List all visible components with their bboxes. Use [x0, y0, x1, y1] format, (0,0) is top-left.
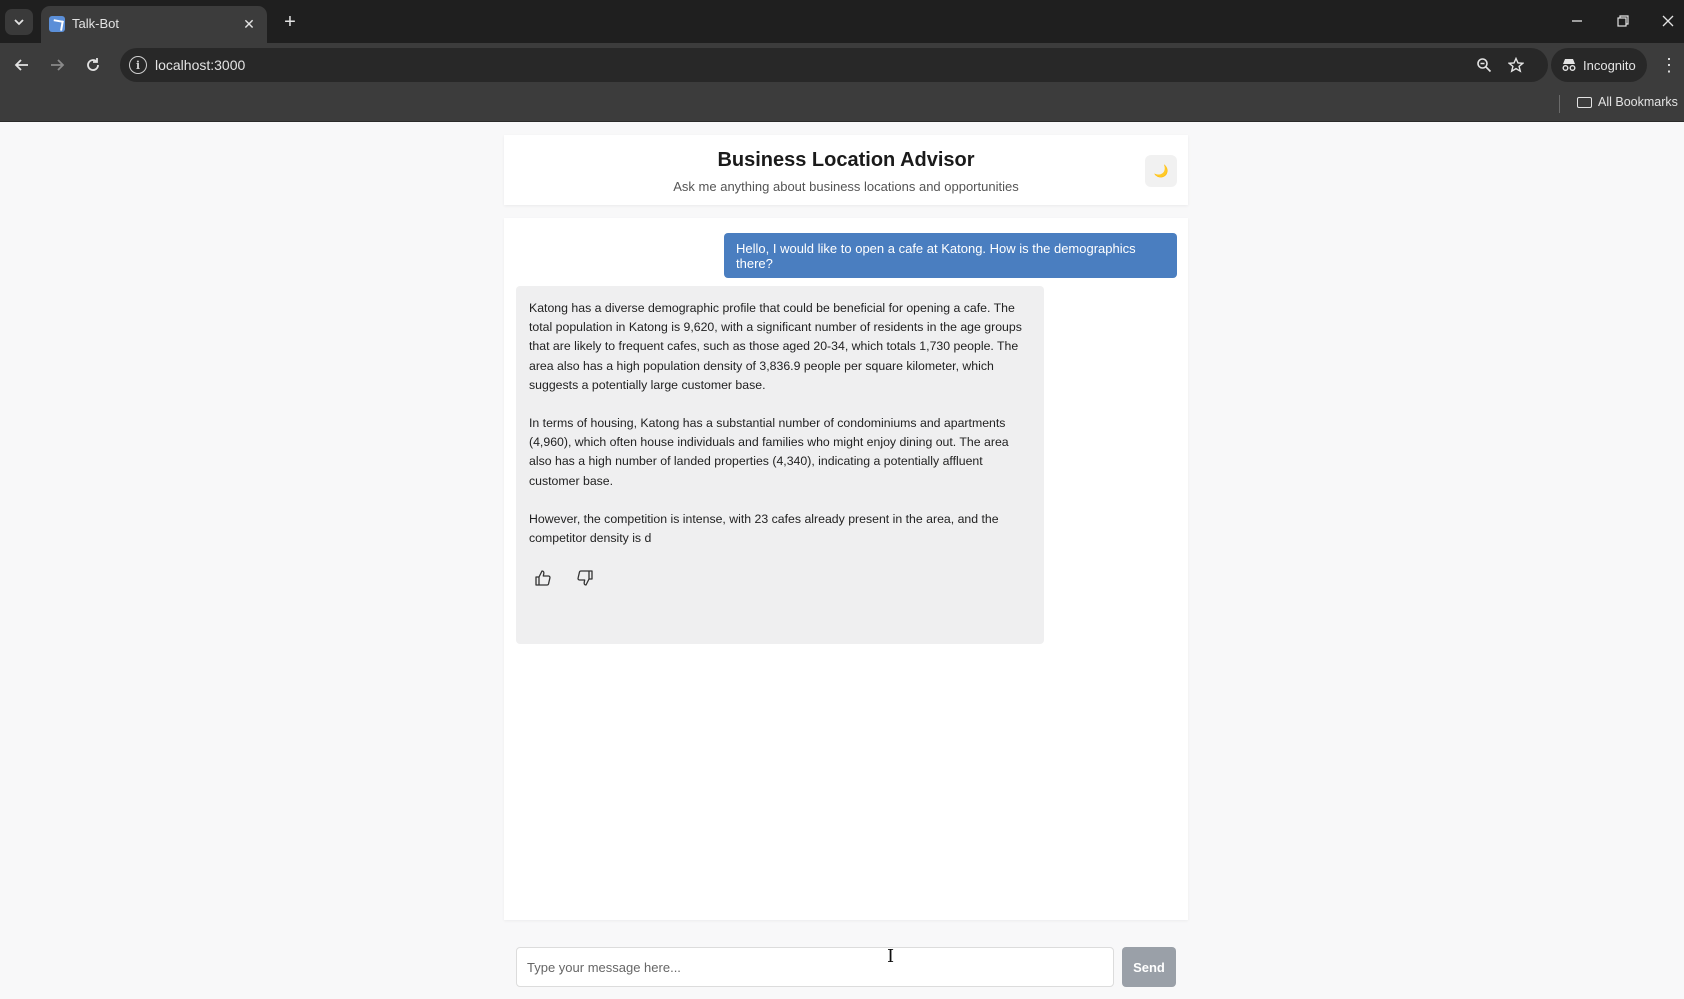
restore-icon[interactable] [1608, 8, 1638, 34]
arrow-left-icon [14, 59, 28, 71]
address-bar[interactable]: i localhost:3000 [120, 48, 1548, 82]
incognito-label: Incognito [1583, 57, 1636, 73]
arrow-right-icon [51, 59, 65, 71]
bot-paragraph: In terms of housing, Katong has a substa… [529, 416, 1009, 488]
chat-window: Hello, I would like to open a cafe at Ka… [504, 218, 1188, 920]
moon-icon: 🌙 [1153, 164, 1169, 178]
incognito-indicator[interactable]: Incognito [1551, 48, 1647, 82]
user-message-text: Hello, I would like to open a cafe at Ka… [736, 240, 1136, 271]
folder-icon [1577, 96, 1592, 108]
talkbot-favicon-icon [49, 16, 65, 32]
bookmark-star-icon[interactable] [1505, 54, 1527, 76]
page-title: Business Location Advisor [717, 149, 975, 171]
bookmarks-bar: All Bookmarks [0, 86, 1684, 122]
reload-icon [87, 58, 99, 71]
more-menu-icon[interactable]: ⋮ [1658, 51, 1680, 79]
theme-toggle-button[interactable]: 🌙 [1145, 155, 1177, 187]
message-input[interactable] [516, 947, 1114, 987]
bot-paragraph: However, the competition is intense, wit… [529, 511, 999, 546]
bookmarks-divider [1559, 95, 1560, 113]
back-button[interactable] [8, 51, 36, 79]
user-message: Hello, I would like to open a cafe at Ka… [724, 233, 1177, 278]
browser-tabstrip: Talk-Bot ✕ + [0, 0, 1684, 43]
tab-title: Talk-Bot [72, 16, 119, 31]
tab-search-button[interactable] [5, 9, 33, 35]
tab-close-icon[interactable]: ✕ [239, 14, 259, 34]
chevron-down-icon [14, 19, 24, 26]
all-bookmarks-button[interactable]: All Bookmarks [1577, 95, 1678, 109]
all-bookmarks-label: All Bookmarks [1598, 95, 1678, 109]
reload-button[interactable] [79, 51, 107, 79]
browser-tab-active[interactable]: Talk-Bot ✕ [41, 6, 267, 43]
thumbs-down-icon[interactable] [576, 569, 596, 589]
browser-toolbar: i localhost:3000 Incognito ⋮ [0, 43, 1684, 86]
minimize-icon[interactable] [1562, 8, 1592, 34]
send-button[interactable]: Send [1122, 947, 1176, 987]
feedback-controls [534, 569, 596, 589]
app-header: Business Location Advisor Ask me anythin… [504, 135, 1188, 205]
close-window-icon[interactable] [1653, 8, 1683, 34]
forward-button[interactable] [43, 51, 71, 79]
zoom-icon[interactable] [1473, 54, 1495, 76]
message-composer: Send [516, 947, 1176, 987]
page-subtitle: Ask me anything about business locations… [673, 179, 1019, 194]
page-viewport: Business Location Advisor Ask me anythin… [0, 122, 1684, 999]
text-cursor-icon: I [887, 946, 895, 967]
bot-message: Katong has a diverse demographic profile… [516, 286, 1044, 644]
url-text: localhost:3000 [155, 57, 246, 73]
site-info-icon[interactable]: i [129, 56, 147, 74]
new-tab-button[interactable]: + [278, 10, 302, 34]
thumbs-up-icon[interactable] [534, 569, 554, 589]
bot-paragraph: Katong has a diverse demographic profile… [529, 301, 1022, 392]
incognito-icon [1562, 59, 1576, 71]
